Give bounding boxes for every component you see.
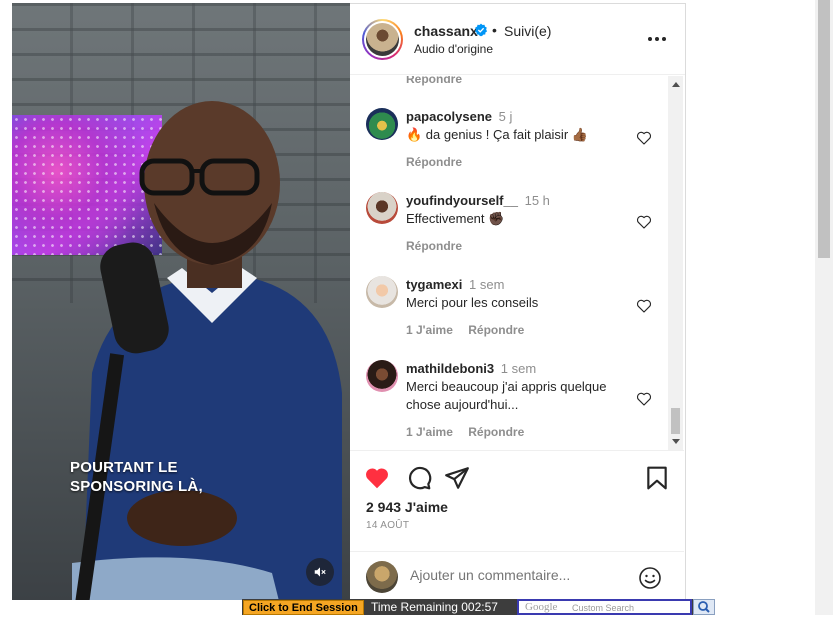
reel-video[interactable]: POURTANT LE SPONSORING LÀ, — [12, 3, 350, 600]
like-heart-icon[interactable] — [364, 465, 390, 491]
original-audio-link[interactable]: Audio d'origine — [414, 42, 493, 56]
speaker-figure — [72, 101, 342, 600]
video-caption: POURTANT LE SPONSORING LÀ, — [70, 458, 203, 496]
scrollbar-thumb[interactable] — [671, 408, 680, 434]
search-icon — [698, 601, 710, 613]
comment-text: Merci beaucoup j'ai appris quelque chose… — [406, 379, 607, 412]
comment-likes-count[interactable]: 1 J'aime — [406, 425, 453, 439]
add-comment-bar — [350, 551, 684, 601]
post-side-panel: chassanx • Suivi(e) Audio d'origine Répo… — [350, 3, 686, 600]
scroll-down-arrow-icon[interactable] — [672, 439, 680, 444]
follow-status-button[interactable]: Suivi(e) — [504, 23, 551, 39]
page-scrollbar[interactable] — [815, 0, 833, 615]
comment-bubble-icon[interactable] — [406, 465, 432, 491]
share-send-icon[interactable] — [444, 465, 470, 491]
google-logo-text: Google — [525, 601, 558, 613]
header-separator: • — [492, 22, 497, 38]
comment-text: Effectivement ✊🏿 — [406, 211, 505, 226]
post-header: chassanx • Suivi(e) Audio d'origine — [350, 4, 685, 75]
google-search-button[interactable] — [693, 599, 715, 615]
author-avatar[interactable] — [362, 19, 403, 60]
commenter-avatar[interactable] — [366, 108, 398, 140]
reply-button[interactable]: Répondre — [406, 155, 462, 169]
likes-count[interactable]: 2 943 J'aime — [366, 499, 448, 515]
reply-button[interactable]: Répondre — [468, 323, 524, 337]
comment-like-heart-icon[interactable] — [636, 391, 652, 407]
end-session-button[interactable]: Click to End Session — [243, 600, 364, 615]
commenter-username[interactable]: youfindyourself__ — [406, 193, 518, 208]
more-options-icon[interactable] — [646, 29, 668, 49]
comments-list: Répondre papacolysene 5 j 🔥 da genius ! … — [350, 76, 684, 450]
comment-actions: Répondre — [406, 239, 474, 253]
caption-line-2: SPONSORING LÀ, — [70, 478, 203, 495]
caption-line-1: POURTANT LE — [70, 459, 178, 476]
comment-input[interactable] — [410, 567, 610, 583]
comment-time: 5 j — [498, 109, 513, 124]
comment-text: 🔥 da genius ! Ça fait plaisir 👍🏾 — [406, 127, 588, 142]
comment-time: 1 sem — [500, 361, 537, 376]
comment-like-heart-icon[interactable] — [636, 298, 652, 314]
post-actions: 2 943 J'aime 14 AOÛT — [350, 450, 684, 560]
comment-time: 1 sem — [469, 277, 505, 292]
custom-search-label: Custom Search — [572, 603, 635, 613]
comment-text: Merci pour les conseils — [406, 295, 539, 310]
mute-button[interactable] — [306, 558, 334, 586]
google-search-input[interactable]: Google Custom Search — [517, 599, 692, 615]
comment-time: 15 h — [524, 193, 550, 208]
comment-actions: 1 J'aime Répondre — [406, 323, 536, 337]
scroll-up-arrow-icon[interactable] — [672, 82, 680, 87]
reply-button[interactable]: Répondre — [406, 239, 462, 253]
comment-like-heart-icon[interactable] — [636, 214, 652, 230]
speaker-muted-icon — [314, 567, 326, 577]
verified-badge-icon — [474, 23, 488, 37]
commenter-username[interactable]: papacolysene — [406, 109, 492, 124]
author-username[interactable]: chassanx — [414, 23, 478, 39]
commenter-username[interactable]: tygamexi — [406, 277, 462, 292]
page-scrollbar-thumb[interactable] — [818, 0, 830, 258]
current-user-avatar — [366, 561, 398, 593]
session-bar: Click to End Session Time Remaining 002:… — [242, 599, 715, 615]
comment-like-heart-icon[interactable] — [636, 130, 652, 146]
reply-button[interactable]: Répondre — [468, 425, 524, 439]
reply-button[interactable]: Répondre — [406, 76, 462, 86]
commenter-avatar[interactable] — [366, 192, 398, 224]
save-bookmark-icon[interactable] — [644, 465, 670, 491]
commenter-username[interactable]: mathildeboni3 — [406, 361, 494, 376]
comment-likes-count[interactable]: 1 J'aime — [406, 323, 453, 337]
comments-scrollbar[interactable] — [668, 76, 683, 450]
commenter-avatar[interactable] — [366, 276, 398, 308]
emoji-smiley-icon[interactable] — [638, 566, 662, 590]
post-date: 14 AOÛT — [366, 520, 410, 531]
commenter-avatar[interactable] — [366, 360, 398, 392]
time-remaining: Time Remaining 002:57 — [371, 600, 498, 614]
comment-actions: Répondre — [406, 155, 474, 169]
comment-actions: 1 J'aime Répondre — [406, 425, 536, 439]
